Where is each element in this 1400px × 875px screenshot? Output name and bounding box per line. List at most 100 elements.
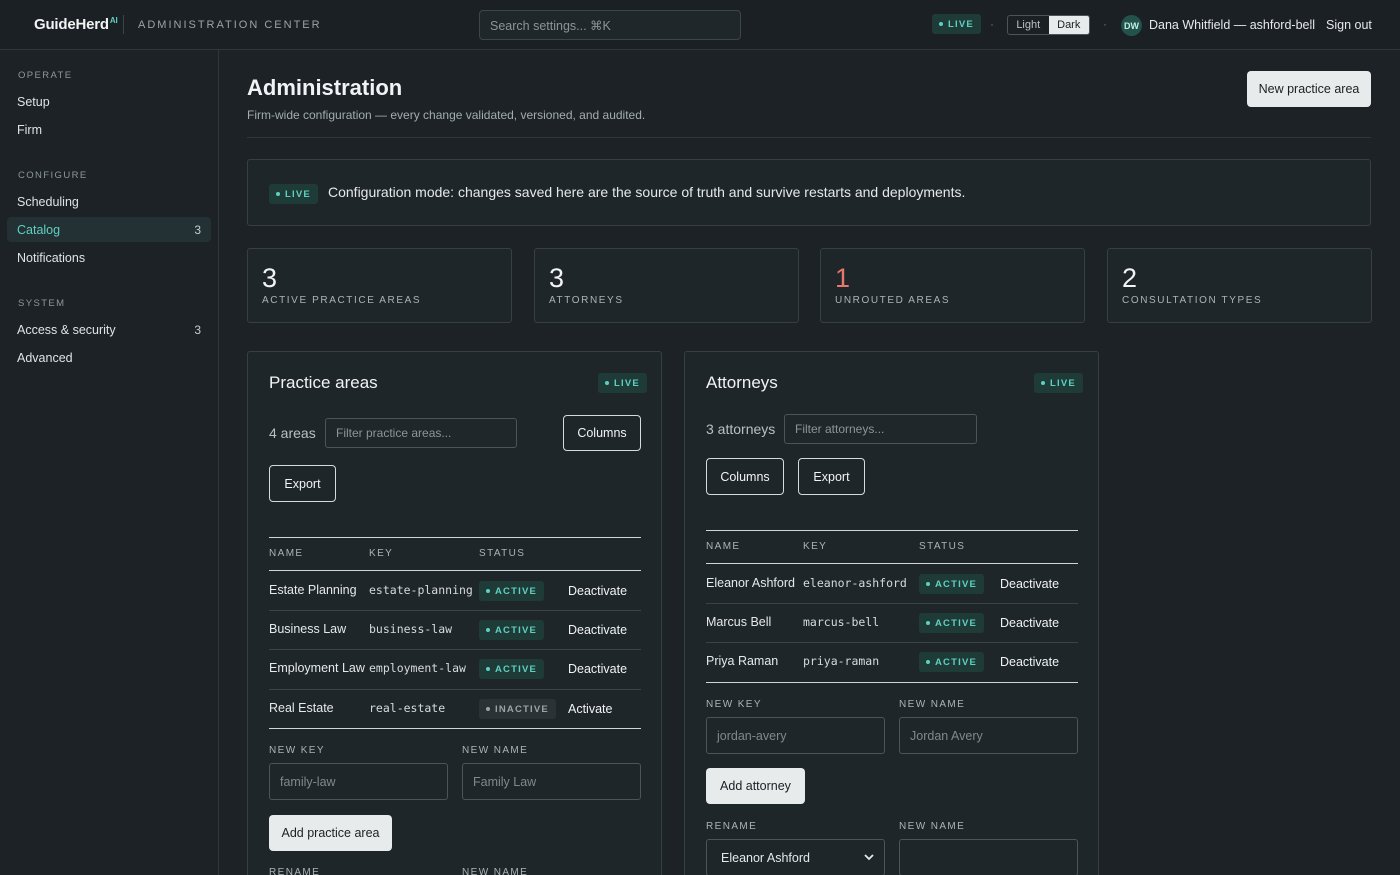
theme-toggle[interactable]: Light Dark — [1007, 15, 1090, 35]
row-name: Eleanor Ashford — [706, 576, 795, 590]
new-name-label: NEW NAME — [462, 745, 529, 756]
rename-attorney-select[interactable]: Eleanor Ashford — [706, 839, 885, 875]
export-button[interactable]: Export — [269, 465, 336, 502]
status-dot-icon — [486, 589, 490, 593]
separator: · — [1103, 17, 1107, 31]
table-bottom-rule — [706, 682, 1078, 683]
new-name-input[interactable]: Jordan Avery — [899, 717, 1078, 754]
status-dot-icon — [926, 660, 930, 664]
new-name-input[interactable]: Family Law — [462, 763, 641, 800]
row-name: Priya Raman — [706, 654, 779, 668]
status-badge: ACTIVE — [919, 574, 985, 594]
filter-practice-areas-input[interactable]: Filter practice areas... — [325, 418, 517, 448]
rename-label: RENAME — [269, 867, 321, 875]
stat-label: UNROUTED AREAS — [835, 295, 951, 306]
row-key: business-law — [369, 622, 453, 636]
filter-attorneys-input[interactable]: Filter attorneys... — [784, 414, 977, 444]
sidebar-item-catalog[interactable]: Catalog 3 — [7, 217, 211, 242]
column-header-name[interactable]: NAME — [269, 548, 304, 559]
status-dot-icon — [926, 621, 930, 625]
column-header-name[interactable]: NAME — [706, 541, 741, 552]
status-badge: ACTIVE — [919, 613, 985, 633]
nav-section-operate: OPERATE — [18, 70, 73, 81]
status-badge: ACTIVE — [479, 659, 545, 679]
brand-divider — [123, 15, 124, 34]
deactivate-button[interactable]: Deactivate — [1000, 577, 1059, 591]
column-header-status[interactable]: STATUS — [919, 541, 965, 552]
status-dot-icon — [486, 628, 490, 632]
panel-title: Attorneys — [706, 373, 778, 392]
separator: · — [990, 17, 994, 31]
row-key: marcus-bell — [803, 615, 880, 629]
row-divider — [269, 610, 641, 611]
attorney-count: 3 attorneys — [706, 421, 776, 437]
new-key-input[interactable]: family-law — [269, 763, 448, 800]
theme-dark-option[interactable]: Dark — [1048, 16, 1089, 34]
sign-out-link[interactable]: Sign out — [1326, 18, 1372, 32]
row-divider — [269, 649, 641, 650]
table-top-rule — [269, 537, 641, 538]
area-count: 4 areas — [269, 425, 316, 441]
status-badge: ACTIVE — [919, 652, 985, 672]
new-practice-area-button[interactable]: New practice area — [1247, 71, 1371, 107]
rename-new-name-input[interactable] — [899, 839, 1078, 875]
columns-button[interactable]: Columns — [706, 458, 784, 495]
divider — [247, 137, 1371, 138]
status-dot-icon — [486, 707, 490, 711]
table-header-rule — [706, 563, 1078, 564]
sidebar-item-firm[interactable]: Firm — [7, 117, 211, 142]
rename-label: RENAME — [706, 821, 758, 832]
table-top-rule — [706, 530, 1078, 531]
row-name: Business Law — [269, 622, 347, 636]
deactivate-button[interactable]: Deactivate — [568, 623, 627, 637]
status-dot-icon — [486, 667, 490, 671]
stat-value: 3 — [549, 263, 565, 293]
theme-light-option[interactable]: Light — [1008, 16, 1049, 34]
export-button[interactable]: Export — [798, 458, 865, 495]
page-title: Administration — [247, 75, 403, 100]
sidebar-item-notifications[interactable]: Notifications — [7, 245, 211, 270]
stat-label: ATTORNEYS — [549, 295, 624, 306]
row-divider — [706, 642, 1078, 643]
avatar[interactable]: DW — [1121, 15, 1142, 36]
stat-card-active-practice-areas: 3 ACTIVE PRACTICE AREAS — [247, 248, 512, 323]
sidebar: OPERATE Setup Firm CONFIGURE Scheduling … — [0, 50, 219, 875]
row-key: employment-law — [369, 661, 466, 675]
live-badge: LIVE — [932, 14, 981, 34]
deactivate-button[interactable]: Deactivate — [568, 584, 627, 598]
user-name: Dana Whitfield — ashford-bell — [1149, 18, 1316, 32]
deactivate-button[interactable]: Deactivate — [568, 662, 627, 676]
practice-areas-panel: Practice areas LIVE 4 areas Filter pract… — [247, 351, 662, 875]
sidebar-item-scheduling[interactable]: Scheduling — [7, 189, 211, 214]
live-dot-icon — [1041, 381, 1045, 385]
activate-button[interactable]: Activate — [568, 702, 612, 716]
new-key-input[interactable]: jordan-avery — [706, 717, 885, 754]
new-key-label: NEW KEY — [269, 745, 325, 756]
row-name: Estate Planning — [269, 583, 357, 597]
row-name: Real Estate — [269, 701, 334, 715]
stat-card-attorneys: 3 ATTORNEYS — [534, 248, 799, 323]
config-mode-banner: LIVE Configuration mode: changes saved h… — [247, 159, 1371, 226]
column-header-key[interactable]: KEY — [369, 548, 393, 559]
row-divider — [706, 603, 1078, 604]
sidebar-item-advanced[interactable]: Advanced — [7, 345, 211, 370]
page-subtitle: Firm-wide configuration — every change v… — [247, 108, 646, 122]
column-header-key[interactable]: KEY — [803, 541, 827, 552]
sidebar-item-access-security[interactable]: Access & security 3 — [7, 317, 211, 342]
live-dot-icon — [605, 381, 609, 385]
add-practice-area-button[interactable]: Add practice area — [269, 815, 392, 851]
sidebar-item-setup[interactable]: Setup — [7, 89, 211, 114]
stat-label: CONSULTATION TYPES — [1122, 295, 1263, 306]
live-dot-icon — [939, 22, 943, 26]
rename-new-name-label: NEW NAME — [462, 867, 529, 875]
columns-button[interactable]: Columns — [563, 415, 641, 451]
nav-section-configure: CONFIGURE — [18, 170, 88, 181]
live-badge: LIVE — [598, 373, 647, 393]
deactivate-button[interactable]: Deactivate — [1000, 655, 1059, 669]
nav-count-badge: 3 — [194, 222, 201, 237]
add-attorney-button[interactable]: Add attorney — [706, 768, 805, 804]
search-input[interactable]: Search settings... ⌘K — [479, 10, 741, 40]
brand-logo[interactable]: GuideHerdAI — [34, 16, 118, 33]
deactivate-button[interactable]: Deactivate — [1000, 616, 1059, 630]
column-header-status[interactable]: STATUS — [479, 548, 525, 559]
